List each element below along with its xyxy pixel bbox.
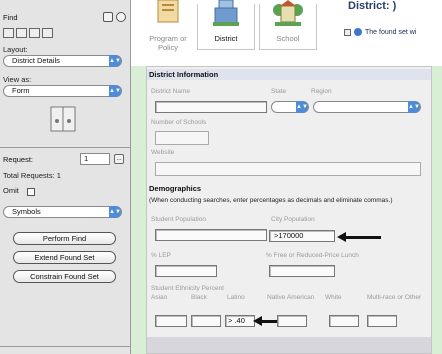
student-population-field[interactable]	[155, 229, 267, 241]
popup-arrows-icon: ▲▼	[296, 101, 308, 113]
info-icon[interactable]	[116, 12, 126, 22]
find-tool-icon[interactable]	[16, 28, 27, 38]
ethnicity-label: Student Ethnicity Percent	[151, 285, 224, 292]
symbols-popup-value: Symbols	[12, 207, 41, 216]
region-label: Region	[311, 88, 332, 95]
layout-popup-value: District Details	[12, 56, 60, 65]
native-american-label: Native American	[267, 294, 315, 301]
book-icon[interactable]	[48, 104, 78, 134]
website-label: Website	[151, 149, 175, 156]
footer-band	[147, 337, 431, 353]
student-population-label: Student Population	[151, 216, 206, 223]
white-label: White	[325, 294, 342, 301]
nav-label: School	[276, 34, 300, 43]
pointer-arrow-icon	[337, 232, 381, 242]
omit-label: Omit	[3, 186, 19, 195]
district-building-icon	[213, 0, 239, 26]
nav-program-policy[interactable]: Program or Policy	[139, 0, 197, 52]
number-of-schools-field[interactable]	[155, 131, 209, 145]
symbols-popup[interactable]: Symbols ▲▼	[3, 206, 122, 218]
number-of-schools-label: Number of Schools	[151, 119, 207, 126]
mode-icons	[103, 12, 126, 22]
section-heading: District Information	[147, 69, 431, 80]
popup-arrows-icon: ▲▼	[109, 55, 121, 67]
request-label: Request:	[3, 155, 34, 164]
status-message: The found set wi	[344, 28, 416, 36]
popup-arrows-icon: ▲▼	[408, 101, 420, 113]
calendar-icon[interactable]	[344, 28, 351, 36]
divider	[0, 346, 131, 347]
black-label: Black	[191, 294, 207, 301]
demographics-note: (When conducting searches, enter percent…	[149, 197, 393, 204]
nav-district[interactable]: District	[197, 0, 255, 52]
white-field[interactable]	[329, 315, 359, 327]
city-population-field[interactable]: >170000	[269, 230, 335, 242]
district-name-field[interactable]	[155, 101, 267, 113]
multirace-label: Multi-race or Other	[367, 294, 422, 301]
book-small-icon[interactable]	[103, 12, 113, 22]
extend-found-set-button[interactable]: Extend Found Set	[13, 251, 116, 264]
layout-tool-icon[interactable]	[29, 28, 40, 38]
multirace-field[interactable]	[367, 315, 397, 327]
latino-label: Latino	[227, 294, 245, 301]
status-area: Find Layout: District Details ▲▼ View as…	[0, 0, 131, 354]
request-menu-button[interactable]: ...	[114, 154, 124, 164]
pct-lep-label: % LEP	[151, 252, 171, 259]
website-field[interactable]	[155, 162, 421, 176]
total-requests: Total Requests: 1	[3, 171, 61, 180]
omit-checkbox[interactable]	[27, 188, 35, 196]
asian-label: Asian	[151, 294, 168, 301]
mode-label: Find	[3, 13, 18, 22]
demographics-heading: Demographics	[149, 184, 202, 193]
constrain-found-set-button[interactable]: Constrain Found Set	[13, 270, 116, 283]
layout-label: Layout:	[3, 45, 28, 54]
state-select[interactable]: ▲▼	[271, 101, 309, 113]
school-icon	[273, 0, 303, 26]
header: Program or Policy District School Distri…	[131, 0, 442, 66]
popup-arrows-icon: ▲▼	[109, 206, 121, 218]
view-as-popup[interactable]: Form ▲▼	[3, 85, 122, 97]
search-icon[interactable]	[354, 28, 362, 36]
region-select[interactable]: ▲▼	[313, 101, 421, 113]
page-title: District: )	[348, 0, 397, 12]
perform-find-button[interactable]: Perform Find	[13, 232, 116, 245]
black-field[interactable]	[191, 315, 221, 327]
request-number-field[interactable]: 1	[80, 153, 110, 165]
pct-free-lunch-field[interactable]	[269, 265, 335, 277]
view-as-popup-value: Form	[12, 86, 30, 95]
state-label: State	[271, 88, 287, 95]
tool-palette	[3, 28, 53, 38]
native-american-field[interactable]	[277, 315, 307, 327]
browse-tool-icon[interactable]	[3, 28, 14, 38]
nav-label: District	[214, 34, 238, 43]
status-text: The found set wi	[365, 28, 417, 36]
pct-free-lunch-label: % Free or Reduced-Price Lunch	[266, 252, 359, 259]
district-name-label: District Name	[151, 88, 191, 95]
nav-school[interactable]: School	[259, 0, 317, 52]
nav-label: Program or Policy	[149, 34, 187, 52]
divider	[0, 147, 131, 148]
layout-popup[interactable]: District Details ▲▼	[3, 55, 122, 67]
city-population-label: City Population	[271, 216, 315, 223]
view-as-label: View as:	[3, 75, 32, 84]
program-icon	[157, 0, 179, 23]
pct-lep-field[interactable]	[155, 265, 217, 277]
asian-field[interactable]	[155, 315, 187, 327]
latino-field[interactable]: > .40	[225, 315, 255, 327]
district-form: District Information District Name State…	[146, 66, 432, 354]
preview-tool-icon[interactable]	[42, 28, 53, 38]
popup-arrows-icon: ▲▼	[109, 85, 121, 97]
